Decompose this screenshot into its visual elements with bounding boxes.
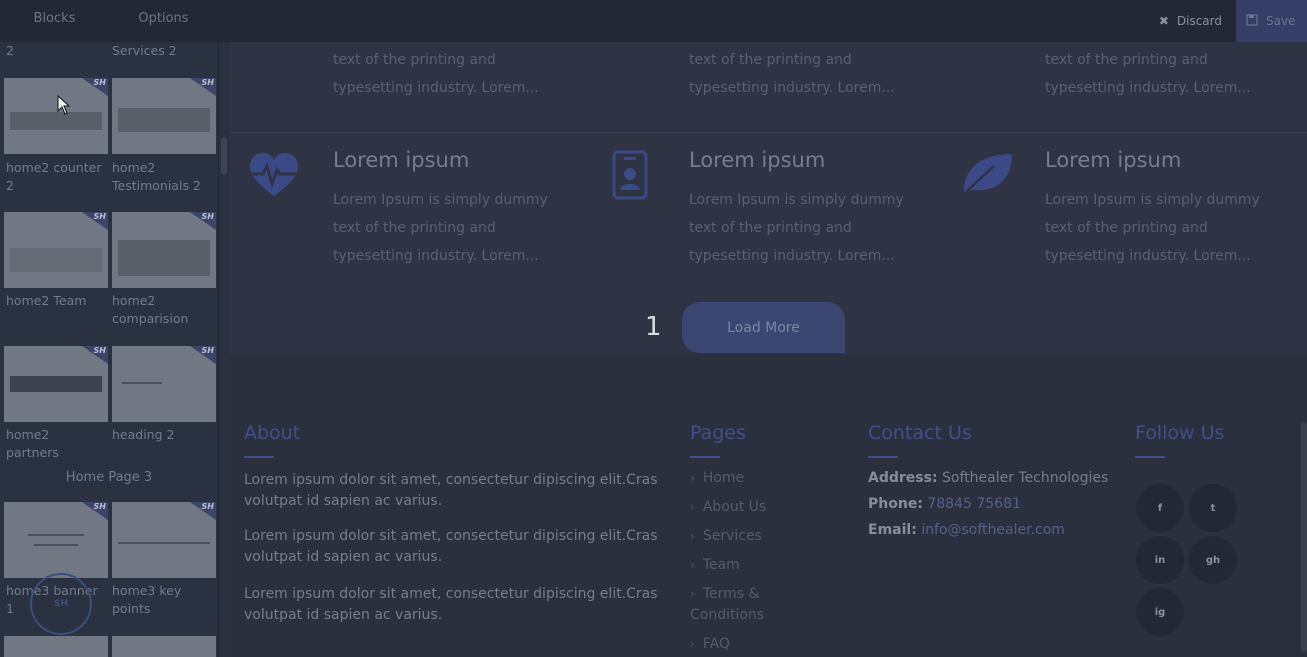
footer-link-terms[interactable]: › Terms & [690, 586, 759, 602]
feature-description: Lorem Ipsum is simply dummy text of the … [689, 192, 904, 264]
feature-description: Lorem Ipsum is simply dummy text of the … [1045, 192, 1260, 264]
heading-underline [868, 456, 898, 458]
top-actions: ✖ Discard Save [1145, 0, 1307, 42]
linkedin-icon[interactable]: in [1136, 536, 1184, 584]
tab-options[interactable]: Options [109, 0, 218, 42]
feature-description: text of the printing and typesetting ind… [333, 52, 539, 96]
discard-label: Discard [1176, 14, 1222, 28]
heading-underline [244, 456, 274, 458]
about-paragraph: Lorem ipsum dolor sit amet, consectetur … [244, 472, 658, 509]
chevron-right-icon: › [690, 500, 695, 514]
sidebar-scrollbar[interactable] [218, 42, 230, 657]
block-thumbnail-home2-team[interactable]: SH [4, 212, 108, 288]
feature-title: Lorem ipsum [1045, 148, 1182, 172]
leaf-icon [964, 154, 1012, 193]
block-thumbnail-home3-banner-1[interactable]: SH [4, 502, 108, 578]
blocks-sidebar: 2 Services 2 SH SH home2 counter 2 home2… [0, 42, 218, 657]
tab-blocks[interactable]: Blocks [0, 0, 109, 42]
block-label: home2 comparision [112, 293, 189, 326]
block-thumbnail-home2-comparision[interactable]: SH [112, 212, 216, 288]
block-label: home2 Testimonials 2 [112, 160, 201, 193]
block-badge: SH [93, 346, 106, 355]
contact-email: Email: info@softhealer.com [868, 522, 1065, 538]
feature-description: Lorem Ipsum is simply dummy text of the … [333, 192, 548, 264]
section-title-home-page-3: Home Page 3 [65, 470, 153, 485]
chevron-right-icon: › [690, 637, 695, 651]
footer-heading-contact: Contact Us [868, 422, 972, 444]
save-button[interactable]: Save [1236, 0, 1307, 42]
feature-title: Lorem ipsum [333, 148, 470, 172]
about-paragraph: Lorem ipsum dolor sit amet, consectetur … [244, 528, 658, 565]
canvas-scrollbar[interactable] [1301, 422, 1307, 652]
heading-underline [1135, 456, 1165, 458]
page-canvas: text of the printing and typesetting ind… [230, 42, 1307, 657]
block-badge: SH [201, 346, 214, 355]
block-badge: SH [201, 212, 214, 221]
mouse-cursor-icon [57, 95, 71, 115]
footer-heading-follow: Follow Us [1135, 422, 1225, 444]
heart-pulse-icon [250, 153, 298, 196]
chevron-right-icon: › [690, 471, 695, 485]
footer-link-home[interactable]: › Home [690, 470, 744, 486]
instagram-icon[interactable]: ig [1136, 588, 1184, 636]
top-bar: Blocks Options ✖ Discard Save [0, 0, 1307, 42]
sidebar-tabs: Blocks Options [0, 0, 218, 42]
block-badge: SH [93, 78, 106, 87]
facebook-icon[interactable]: f [1136, 484, 1184, 532]
feature-title: Lorem ipsum [689, 148, 826, 172]
close-icon: ✖ [1158, 14, 1169, 28]
chevron-right-icon: › [690, 558, 695, 572]
block-label: heading 2 [112, 427, 175, 442]
block-label: home2 counter 2 [6, 160, 102, 193]
block-badge: SH [93, 502, 106, 511]
footer-link-faq[interactable]: › FAQ [690, 636, 730, 652]
footer-heading-about: About [244, 422, 301, 444]
twitter-icon[interactable]: t [1189, 484, 1237, 532]
about-paragraph: Lorem ipsum dolor sit amet, consectetur … [244, 586, 658, 623]
scrollbar-thumb[interactable] [221, 137, 227, 175]
feature-description: text of the printing and typesetting ind… [1045, 52, 1251, 96]
divider [230, 132, 1307, 133]
id-badge-icon [612, 150, 648, 200]
footer-link-terms-continued[interactable]: Conditions [690, 607, 764, 623]
block-label: 2 [6, 43, 14, 58]
save-label: Save [1266, 14, 1296, 28]
chevron-right-icon: › [690, 587, 695, 601]
block-thumbnail[interactable] [112, 636, 216, 657]
page-number: 1 [645, 312, 662, 342]
block-badge: SH [201, 78, 214, 87]
block-badge: SH [93, 212, 106, 221]
chevron-right-icon: › [690, 529, 695, 543]
contact-address: Address: Softhealer Technologies [868, 470, 1109, 486]
footer-link-team[interactable]: › Team [690, 557, 740, 573]
contact-phone: Phone: 78845 75681 [868, 496, 1021, 512]
block-thumbnail-home2-partners[interactable]: SH [4, 346, 108, 422]
block-label: home2 Team [6, 293, 87, 308]
feature-description: text of the printing and typesetting ind… [689, 52, 895, 96]
block-thumbnail-heading-2[interactable]: SH [112, 346, 216, 422]
block-thumbnail-home2-counter-2[interactable]: SH [4, 78, 108, 154]
heading-underline [690, 456, 720, 458]
block-thumbnail-home3-key-points[interactable]: SH [112, 502, 216, 578]
watermark-logo: SH [30, 573, 92, 635]
block-thumbnail[interactable] [4, 636, 108, 657]
footer: About Lorem ipsum dolor sit amet, consec… [230, 354, 1307, 657]
footer-heading-pages: Pages [690, 422, 746, 444]
block-label: home3 key points [112, 583, 182, 616]
floppy-icon [1246, 13, 1258, 29]
email-link[interactable]: info@softhealer.com [921, 522, 1065, 538]
discard-button[interactable]: ✖ Discard [1145, 0, 1236, 42]
block-label: Services 2 [112, 43, 177, 58]
github-icon[interactable]: gh [1189, 536, 1237, 584]
block-thumbnail-home2-testimonials-2[interactable]: SH [112, 78, 216, 154]
load-more-button[interactable]: Load More [682, 302, 845, 353]
block-label: home2 partners [6, 427, 59, 460]
block-badge: SH [201, 502, 214, 511]
footer-link-services[interactable]: › Services [690, 528, 762, 544]
footer-link-about-us[interactable]: › About Us [690, 499, 766, 515]
